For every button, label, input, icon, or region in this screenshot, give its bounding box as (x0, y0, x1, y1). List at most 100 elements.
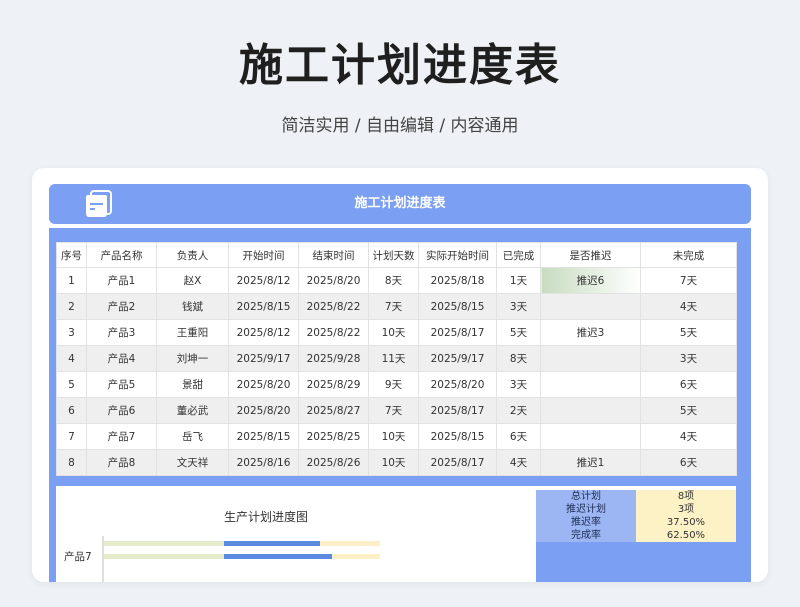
chart-bar-done (224, 554, 332, 559)
table-cell[interactable]: 2025/9/28 (298, 345, 369, 372)
column-header: 产品名称 (86, 242, 157, 268)
table-cell[interactable]: 景甜 (156, 371, 229, 398)
table-cell[interactable]: 10天 (368, 319, 419, 346)
table-cell[interactable]: 2025/8/29 (298, 371, 369, 398)
table-cell[interactable]: 赵X (156, 267, 229, 294)
table-cell[interactable]: 10天 (368, 423, 419, 450)
table-cell[interactable]: 2025/8/15 (418, 293, 497, 320)
table-cell[interactable]: 2025/8/27 (298, 397, 369, 424)
sheet-body: 序号 产品名称 负责人 开始时间 结束时间 计划天数 实际开始时间 已完成 是否… (49, 228, 751, 582)
chart-bar-delay (104, 541, 224, 546)
page-title: 施工计划进度表 (239, 40, 561, 91)
table-cell[interactable]: 1 (56, 267, 87, 294)
table-cell[interactable]: 7天 (640, 267, 737, 294)
table-cell[interactable]: 2025/9/17 (418, 345, 497, 372)
table-cell[interactable]: 2025/8/18 (418, 267, 497, 294)
table-cell[interactable]: 3 (56, 319, 87, 346)
table-cell[interactable]: 4天 (640, 293, 737, 320)
summary-value: 3项 (636, 503, 736, 516)
table-cell[interactable]: 5 (56, 371, 87, 398)
table-cell[interactable] (540, 345, 641, 372)
table-cell[interactable]: 2025/9/17 (228, 345, 299, 372)
table-cell[interactable]: 岳飞 (156, 423, 229, 450)
summary-row: 完成率 62.50% (536, 529, 736, 542)
table-cell[interactable]: 3天 (496, 293, 541, 320)
table-cell[interactable]: 8天 (496, 345, 541, 372)
table-cell[interactable]: 2025/8/20 (228, 397, 299, 424)
table-cell[interactable] (540, 397, 641, 424)
table-cell[interactable]: 产品4 (86, 345, 157, 372)
table-cell[interactable]: 2025/8/15 (228, 423, 299, 450)
table-cell[interactable]: 2025/8/17 (418, 397, 497, 424)
table-cell[interactable]: 7天 (368, 293, 419, 320)
chart-bar-done (224, 541, 320, 546)
column-header: 未完成 (640, 242, 737, 268)
table-cell[interactable]: 2025/8/17 (418, 319, 497, 346)
table-cell[interactable] (540, 371, 641, 398)
table-cell[interactable]: 7 (56, 423, 87, 450)
table-cell[interactable]: 5天 (640, 319, 737, 346)
table-cell[interactable]: 6天 (640, 449, 737, 476)
table-cell[interactable]: 2025/8/22 (298, 293, 369, 320)
table-cell[interactable]: 产品5 (86, 371, 157, 398)
table-cell[interactable]: 1天 (496, 267, 541, 294)
table-cell[interactable]: 刘坤一 (156, 345, 229, 372)
table-cell[interactable]: 10天 (368, 449, 419, 476)
table-cell[interactable]: 2天 (496, 397, 541, 424)
table-cell[interactable]: 6天 (496, 423, 541, 450)
table-cell[interactable]: 2025/8/17 (418, 449, 497, 476)
table-cell[interactable]: 9天 (368, 371, 419, 398)
summary-value: 37.50% (636, 516, 736, 529)
chart-bar-remaining (320, 541, 380, 546)
table-cell[interactable]: 4天 (496, 449, 541, 476)
schedule-table: 序号 产品名称 负责人 开始时间 结束时间 计划天数 实际开始时间 已完成 是否… (56, 242, 737, 476)
table-cell[interactable]: 4天 (640, 423, 737, 450)
table-cell[interactable]: 推迟6 (540, 267, 641, 294)
table-cell[interactable]: 产品3 (86, 319, 157, 346)
table-cell[interactable]: 2025/8/26 (298, 449, 369, 476)
table-cell[interactable]: 2025/8/22 (298, 319, 369, 346)
table-cell[interactable]: 2025/8/12 (228, 319, 299, 346)
sheet-header-title: 施工计划进度表 (354, 196, 446, 211)
chart-bar-remaining (332, 554, 380, 559)
table-cell[interactable]: 8天 (368, 267, 419, 294)
table-cell[interactable]: 王重阳 (156, 319, 229, 346)
table-cell[interactable]: 推迟3 (540, 319, 641, 346)
table-cell[interactable]: 2025/8/20 (228, 371, 299, 398)
table-cell[interactable] (540, 423, 641, 450)
summary-label: 推迟率 (536, 516, 636, 529)
table-row: 2 产品2 钱斌 2025/8/15 2025/8/22 7天 2025/8/15 3天 4天 (56, 293, 737, 320)
table-cell[interactable]: 董必武 (156, 397, 229, 424)
table-cell[interactable]: 3天 (640, 345, 737, 372)
table-cell[interactable]: 2025/8/15 (418, 423, 497, 450)
table-cell[interactable]: 产品7 (86, 423, 157, 450)
table-row: 7 产品7 岳飞 2025/8/15 2025/8/25 10天 2025/8/15 6天 4天 (56, 423, 737, 450)
table-cell[interactable]: 2025/8/20 (418, 371, 497, 398)
table-cell[interactable]: 6 (56, 397, 87, 424)
table-cell[interactable]: 2025/8/25 (298, 423, 369, 450)
table-cell[interactable]: 产品1 (86, 267, 157, 294)
table-cell[interactable]: 11天 (368, 345, 419, 372)
table-cell[interactable]: 2025/8/20 (298, 267, 369, 294)
chart-canvas: 产品7 (64, 536, 380, 582)
table-row: 5 产品5 景甜 2025/8/20 2025/8/29 9天 2025/8/20 3天 6天 (56, 371, 737, 398)
table-cell[interactable] (540, 293, 641, 320)
table-cell[interactable]: 钱斌 (156, 293, 229, 320)
table-cell[interactable]: 6天 (640, 371, 737, 398)
table-cell[interactable]: 7天 (368, 397, 419, 424)
table-cell[interactable]: 5天 (496, 319, 541, 346)
table-cell[interactable]: 产品2 (86, 293, 157, 320)
table-cell[interactable]: 4 (56, 345, 87, 372)
table-cell[interactable]: 5天 (640, 397, 737, 424)
table-cell[interactable]: 2 (56, 293, 87, 320)
table-cell[interactable]: 8 (56, 449, 87, 476)
table-cell[interactable]: 产品6 (86, 397, 157, 424)
table-cell[interactable]: 产品8 (86, 449, 157, 476)
table-cell[interactable]: 文天祥 (156, 449, 229, 476)
column-header: 已完成 (496, 242, 541, 268)
table-cell[interactable]: 3天 (496, 371, 541, 398)
table-cell[interactable]: 2025/8/12 (228, 267, 299, 294)
table-cell[interactable]: 2025/8/16 (228, 449, 299, 476)
table-cell[interactable]: 推迟1 (540, 449, 641, 476)
table-cell[interactable]: 2025/8/15 (228, 293, 299, 320)
